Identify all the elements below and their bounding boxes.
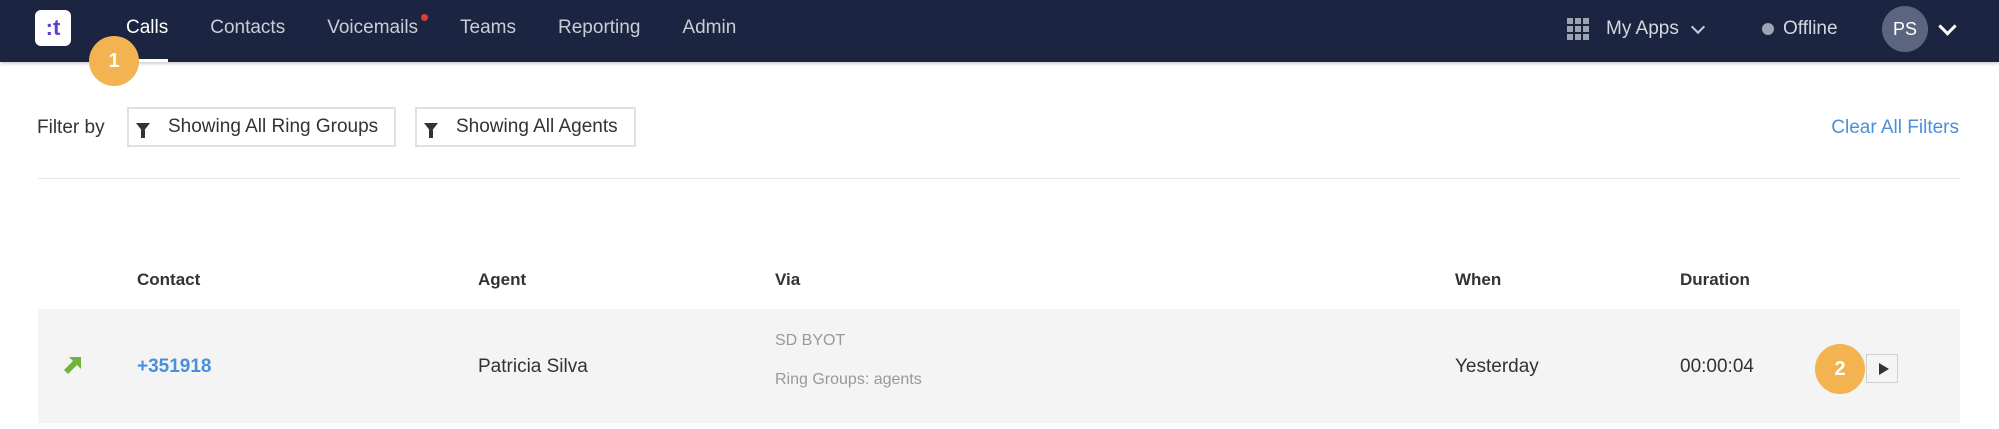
agents-filter-button[interactable]: Showing All Agents	[415, 107, 636, 147]
app-logo[interactable]: :t	[35, 10, 71, 46]
play-icon	[1878, 362, 1889, 375]
outbound-arrow-icon	[64, 357, 81, 374]
annotation-badge-1: 1	[89, 36, 139, 86]
badge-number: 1	[108, 49, 120, 72]
avatar-initials: PS	[1892, 18, 1917, 39]
when-cell: Yesterday	[1455, 356, 1539, 377]
ring-groups-filter-label: Showing All Ring Groups	[168, 116, 379, 137]
clear-all-filters-link[interactable]: Clear All Filters	[1831, 117, 1959, 139]
column-header-agent: Agent	[478, 270, 527, 289]
column-header-duration: Duration	[1680, 270, 1750, 289]
filter-label: Filter by	[37, 117, 105, 138]
annotation-badge-2: 2	[1815, 344, 1865, 394]
funnel-icon	[424, 122, 438, 138]
contact-link[interactable]: +351918	[137, 356, 212, 378]
nav-item-label: Teams	[460, 17, 517, 38]
top-navigation-bar: :t Calls Contacts Voicemails Teams Repor…	[0, 0, 1999, 62]
agent-cell: Patricia Silva	[478, 356, 588, 377]
status-dot-icon	[1762, 23, 1774, 35]
nav-item-label: Reporting	[558, 17, 641, 38]
nav-item-teams[interactable]: Teams	[460, 0, 516, 62]
status-label: Offline	[1783, 18, 1838, 39]
ring-groups-filter-button[interactable]: Showing All Ring Groups	[127, 107, 396, 147]
badge-number: 2	[1834, 357, 1846, 380]
via-ring-groups: Ring Groups: agents	[775, 371, 922, 388]
nav-item-reporting[interactable]: Reporting	[558, 0, 640, 62]
column-header-contact: Contact	[137, 270, 201, 289]
play-recording-button[interactable]	[1866, 354, 1898, 383]
nav-item-contacts[interactable]: Contacts	[210, 0, 285, 62]
presence-status[interactable]: Offline	[1762, 14, 1838, 44]
nav-item-label: Voicemails	[327, 17, 419, 38]
nav-item-label: Admin	[682, 17, 737, 38]
logo-text: :t	[45, 15, 61, 40]
my-apps-button[interactable]: My Apps	[1567, 14, 1705, 44]
column-header-when: When	[1455, 270, 1502, 289]
nav-item-voicemails[interactable]: Voicemails	[327, 0, 429, 62]
duration-cell: 00:00:04	[1680, 356, 1754, 377]
nav-item-label: Contacts	[210, 17, 286, 38]
chevron-down-icon	[1690, 19, 1705, 35]
divider	[38, 178, 1960, 179]
nav-item-label: Calls	[126, 17, 169, 38]
table-row[interactable]	[38, 309, 1960, 423]
funnel-icon	[136, 122, 150, 138]
via-source: SD BYOT	[775, 332, 846, 349]
avatar[interactable]: PS	[1882, 6, 1928, 52]
main-nav: Calls Contacts Voicemails Teams Reportin…	[126, 0, 778, 62]
my-apps-label: My Apps	[1606, 18, 1679, 39]
agents-filter-label: Showing All Agents	[456, 116, 618, 137]
grid-icon	[1567, 18, 1589, 40]
chevron-down-icon[interactable]	[1938, 17, 1957, 36]
notification-dot	[421, 14, 429, 21]
column-header-via: Via	[775, 270, 801, 289]
nav-item-admin[interactable]: Admin	[682, 0, 736, 62]
